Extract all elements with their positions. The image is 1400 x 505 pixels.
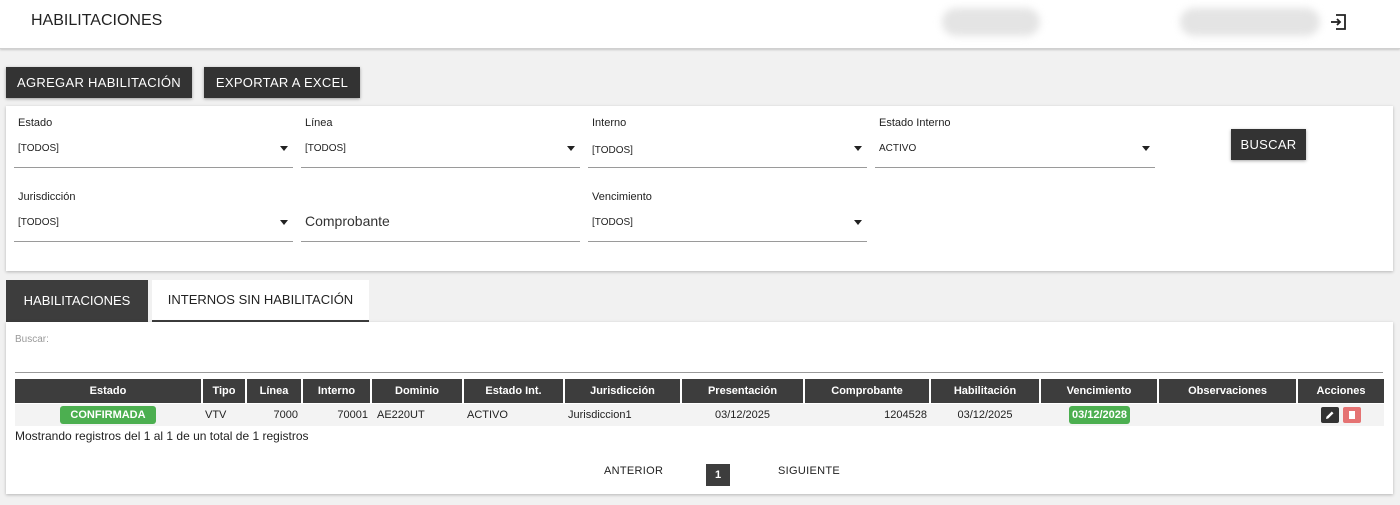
column-header-observaciones[interactable]: Observaciones [1159, 379, 1296, 403]
column-header-tipo[interactable]: Tipo [203, 379, 245, 403]
export-excel-button[interactable]: EXPORTAR A EXCEL [204, 67, 360, 98]
linea-label: Línea [305, 117, 333, 129]
cell-tipo: VTV [205, 409, 227, 421]
column-header-dominio[interactable]: Dominio [372, 379, 462, 403]
tab-internos-sin-habilitacion[interactable]: INTERNOS SIN HABILITACIÓN [152, 280, 369, 322]
chevron-down-icon [854, 146, 862, 151]
search-input[interactable] [15, 372, 1383, 373]
interno-select[interactable]: Interno [TODOS] [588, 106, 867, 168]
jurisdiccion-label: Jurisdicción [18, 191, 76, 203]
interno-label: Interno [592, 117, 627, 129]
column-header-estado[interactable]: Estado [15, 379, 201, 403]
vencimiento-label: Vencimiento [592, 191, 652, 203]
estado-interno-value: ACTIVO [879, 143, 917, 154]
cell-estado-int: ACTIVO [467, 409, 508, 421]
tab-habilitaciones[interactable]: HABILITACIONES [6, 280, 148, 322]
cell-linea: 7000 [273, 409, 298, 421]
column-header-habilitacion[interactable]: Habilitación [931, 379, 1039, 403]
page-title: HABILITACIONES [31, 12, 163, 29]
chevron-down-icon [567, 146, 575, 151]
buscar-button[interactable]: BUSCAR [1231, 129, 1306, 160]
cell-interno: 70001 [337, 409, 368, 421]
comprobante-input[interactable]: Comprobante [301, 180, 580, 242]
estado-interno-label: Estado Interno [879, 117, 951, 129]
cell-dominio: AE220UT [377, 409, 425, 421]
jurisdiccion-select[interactable]: Jurisdicción [TODOS] [14, 180, 293, 242]
blurred-account-info [1180, 8, 1320, 36]
column-header-presentacion[interactable]: Presentación [682, 379, 803, 403]
pagination-next[interactable]: SIGUIENTE [778, 465, 840, 477]
column-header-vencimiento[interactable]: Vencimiento [1041, 379, 1157, 403]
column-header-acciones: Acciones [1298, 379, 1384, 403]
column-header-comprobante[interactable]: Comprobante [805, 379, 929, 403]
cell-observaciones [1159, 406, 1296, 424]
status-badge: CONFIRMADA [60, 406, 156, 424]
linea-select[interactable]: Línea [TODOS] [301, 106, 580, 168]
filter-panel: Estado [TODOS] Línea [TODOS] Interno [TO… [6, 106, 1393, 271]
chevron-down-icon [280, 146, 288, 151]
chevron-down-icon [280, 220, 288, 225]
linea-value: [TODOS] [305, 143, 346, 154]
cell-presentacion: 03/12/2025 [714, 409, 771, 421]
jurisdiccion-value: [TODOS] [18, 217, 59, 228]
comprobante-placeholder: Comprobante [305, 213, 390, 229]
blurred-user-info [942, 8, 1040, 36]
top-bar: HABILITACIONES [0, 0, 1400, 49]
estado-label: Estado [18, 117, 53, 129]
cell-comprobante: 1204528 [884, 409, 927, 421]
trash-icon [1349, 411, 1355, 419]
chevron-down-icon [1142, 146, 1150, 151]
records-info: Mostrando registros del 1 al 1 de un tot… [15, 429, 309, 443]
interno-value: [TODOS] [592, 145, 633, 156]
vencimiento-badge: 03/12/2028 [1069, 406, 1130, 424]
estado-select[interactable]: Estado [TODOS] [14, 106, 293, 168]
table-panel: Buscar: Estado Tipo Línea Interno Domini… [6, 322, 1393, 494]
logout-icon[interactable] [1329, 12, 1349, 32]
vencimiento-value: [TODOS] [592, 217, 633, 228]
delete-button[interactable] [1343, 407, 1361, 423]
cell-jurisdiccion: Jurisdiccion1 [568, 409, 632, 421]
column-header-interno[interactable]: Interno [303, 379, 370, 403]
search-label: Buscar: [15, 334, 49, 345]
column-header-estado-int[interactable]: Estado Int. [464, 379, 563, 403]
vencimiento-select[interactable]: Vencimiento [TODOS] [588, 180, 867, 242]
column-header-linea[interactable]: Línea [247, 379, 301, 403]
pencil-icon [1326, 411, 1334, 419]
chevron-down-icon [854, 220, 862, 225]
cell-habilitacion: 03/12/2025 [957, 409, 1013, 421]
column-header-jurisdiccion[interactable]: Jurisdicción [565, 379, 680, 403]
add-habilitacion-button[interactable]: AGREGAR HABILITACIÓN [6, 67, 192, 98]
pagination-page-1[interactable]: 1 [706, 464, 730, 486]
pagination-prev[interactable]: ANTERIOR [604, 465, 663, 477]
estado-interno-select[interactable]: Estado Interno ACTIVO [875, 106, 1155, 168]
edit-button[interactable] [1321, 407, 1339, 423]
estado-value: [TODOS] [18, 143, 59, 154]
